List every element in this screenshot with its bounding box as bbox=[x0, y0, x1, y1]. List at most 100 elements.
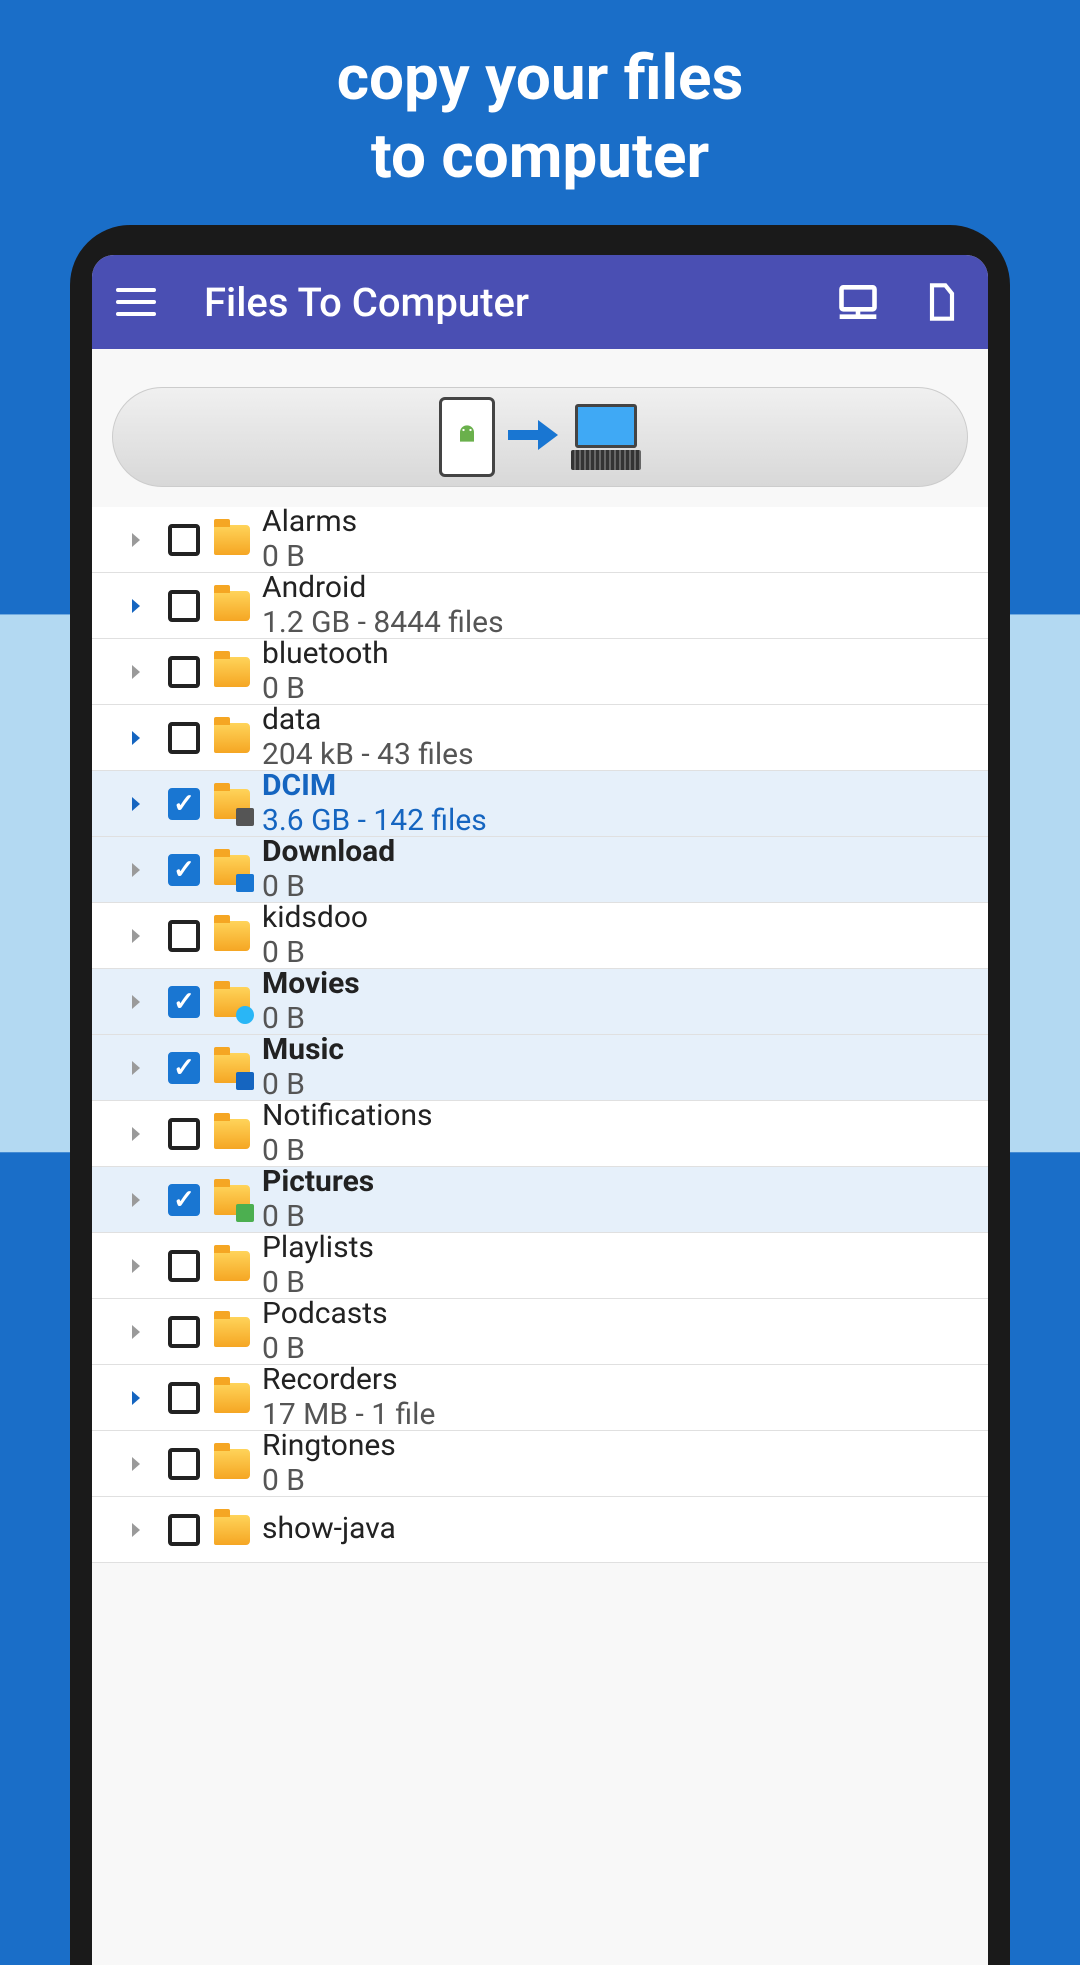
arrow-right-icon bbox=[503, 415, 563, 459]
checkbox[interactable] bbox=[164, 1444, 204, 1484]
chevron-right-icon[interactable] bbox=[116, 528, 156, 552]
folder-name: bluetooth bbox=[262, 637, 389, 672]
folder-row[interactable]: DCIM3.6 GB - 142 files bbox=[92, 771, 988, 837]
folder-subtitle: 0 B bbox=[262, 1266, 374, 1301]
folder-name: DCIM bbox=[262, 769, 487, 804]
folder-row[interactable]: Pictures0 B bbox=[92, 1167, 988, 1233]
folder-list[interactable]: Alarms0 BAndroid1.2 GB - 8444 filesbluet… bbox=[92, 507, 988, 1965]
folder-name: Recorders bbox=[262, 1363, 435, 1398]
folder-icon bbox=[212, 784, 252, 824]
folder-subtitle: 0 B bbox=[262, 1332, 388, 1367]
folder-icon bbox=[212, 850, 252, 890]
folder-name: Movies bbox=[262, 967, 360, 1002]
folder-icon bbox=[212, 1444, 252, 1484]
folder-row[interactable]: Podcasts0 B bbox=[92, 1299, 988, 1365]
folder-subtitle: 0 B bbox=[262, 1134, 433, 1169]
checkbox[interactable] bbox=[164, 1180, 204, 1220]
folder-row[interactable]: kidsdoo0 B bbox=[92, 903, 988, 969]
folder-name: Alarms bbox=[262, 507, 357, 540]
folder-name: Ringtones bbox=[262, 1429, 396, 1464]
folder-subtitle: 1.2 GB - 8444 files bbox=[262, 606, 504, 641]
folder-subtitle: 0 B bbox=[262, 936, 368, 971]
computer-icon[interactable] bbox=[836, 280, 880, 324]
chevron-right-icon[interactable] bbox=[116, 1188, 156, 1212]
chevron-right-icon[interactable] bbox=[116, 594, 156, 618]
checkbox[interactable] bbox=[164, 1246, 204, 1286]
chevron-right-icon[interactable] bbox=[116, 660, 156, 684]
checkbox[interactable] bbox=[164, 586, 204, 626]
checkbox[interactable] bbox=[164, 718, 204, 758]
folder-subtitle: 0 B bbox=[262, 1068, 344, 1103]
folder-row[interactable]: bluetooth0 B bbox=[92, 639, 988, 705]
device-frame: Files To Computer bbox=[70, 225, 1010, 1965]
folder-row[interactable]: Ringtones0 B bbox=[92, 1431, 988, 1497]
checkbox[interactable] bbox=[164, 1510, 204, 1550]
appbar-actions bbox=[836, 280, 964, 324]
folder-name: Pictures bbox=[262, 1165, 374, 1200]
checkbox[interactable] bbox=[164, 1312, 204, 1352]
folder-subtitle: 3.6 GB - 142 files bbox=[262, 804, 487, 839]
chevron-right-icon[interactable] bbox=[116, 1320, 156, 1344]
app-screen: Files To Computer bbox=[92, 255, 988, 1965]
checkbox[interactable] bbox=[164, 850, 204, 890]
folder-subtitle: 0 B bbox=[262, 870, 395, 905]
transfer-hero[interactable] bbox=[112, 387, 968, 487]
folder-name: Android bbox=[262, 571, 504, 606]
folder-subtitle: 17 MB - 1 file bbox=[262, 1398, 435, 1433]
chevron-right-icon[interactable] bbox=[116, 924, 156, 948]
folder-subtitle: 0 B bbox=[262, 1002, 360, 1037]
folder-icon bbox=[212, 586, 252, 626]
chevron-right-icon[interactable] bbox=[116, 858, 156, 882]
chevron-right-icon[interactable] bbox=[116, 1386, 156, 1410]
folder-icon bbox=[212, 1180, 252, 1220]
app-title: Files To Computer bbox=[204, 279, 836, 326]
checkbox[interactable] bbox=[164, 784, 204, 824]
chevron-right-icon[interactable] bbox=[116, 990, 156, 1014]
folder-row[interactable]: Music0 B bbox=[92, 1035, 988, 1101]
chevron-right-icon[interactable] bbox=[116, 792, 156, 816]
folder-subtitle: 204 kB - 43 files bbox=[262, 738, 474, 773]
checkbox[interactable] bbox=[164, 916, 204, 956]
folder-subtitle: 0 B bbox=[262, 1464, 396, 1499]
app-bar: Files To Computer bbox=[92, 255, 988, 349]
chevron-right-icon[interactable] bbox=[116, 1518, 156, 1542]
folder-subtitle: 0 B bbox=[262, 540, 357, 575]
checkbox[interactable] bbox=[164, 1048, 204, 1088]
file-icon[interactable] bbox=[920, 280, 964, 324]
promo-line1: copy your files bbox=[337, 42, 744, 115]
folder-row[interactable]: data204 kB - 43 files bbox=[92, 705, 988, 771]
chevron-right-icon[interactable] bbox=[116, 726, 156, 750]
checkbox[interactable] bbox=[164, 1378, 204, 1418]
folder-row[interactable]: Recorders17 MB - 1 file bbox=[92, 1365, 988, 1431]
folder-row[interactable]: show-java bbox=[92, 1497, 988, 1563]
folder-name: Download bbox=[262, 835, 395, 870]
checkbox[interactable] bbox=[164, 1114, 204, 1154]
promo-line2: to computer bbox=[371, 120, 709, 193]
folder-name: data bbox=[262, 703, 474, 738]
folder-icon bbox=[212, 1510, 252, 1550]
folder-icon bbox=[212, 652, 252, 692]
folder-icon bbox=[212, 1312, 252, 1352]
folder-row[interactable]: Android1.2 GB - 8444 files bbox=[92, 573, 988, 639]
folder-row[interactable]: Playlists0 B bbox=[92, 1233, 988, 1299]
menu-icon[interactable] bbox=[116, 282, 156, 322]
chevron-right-icon[interactable] bbox=[116, 1122, 156, 1146]
folder-row[interactable]: Download0 B bbox=[92, 837, 988, 903]
folder-name: Music bbox=[262, 1033, 344, 1068]
chevron-right-icon[interactable] bbox=[116, 1452, 156, 1476]
folder-icon bbox=[212, 916, 252, 956]
checkbox[interactable] bbox=[164, 982, 204, 1022]
folder-row[interactable]: Alarms0 B bbox=[92, 507, 988, 573]
folder-icon bbox=[212, 718, 252, 758]
folder-subtitle: 0 B bbox=[262, 672, 389, 707]
folder-icon bbox=[212, 520, 252, 560]
chevron-right-icon[interactable] bbox=[116, 1056, 156, 1080]
checkbox[interactable] bbox=[164, 520, 204, 560]
phone-icon bbox=[439, 397, 495, 477]
folder-row[interactable]: Notifications0 B bbox=[92, 1101, 988, 1167]
folder-row[interactable]: Movies0 B bbox=[92, 969, 988, 1035]
chevron-right-icon[interactable] bbox=[116, 1254, 156, 1278]
checkbox[interactable] bbox=[164, 652, 204, 692]
folder-icon bbox=[212, 1378, 252, 1418]
folder-icon bbox=[212, 1048, 252, 1088]
